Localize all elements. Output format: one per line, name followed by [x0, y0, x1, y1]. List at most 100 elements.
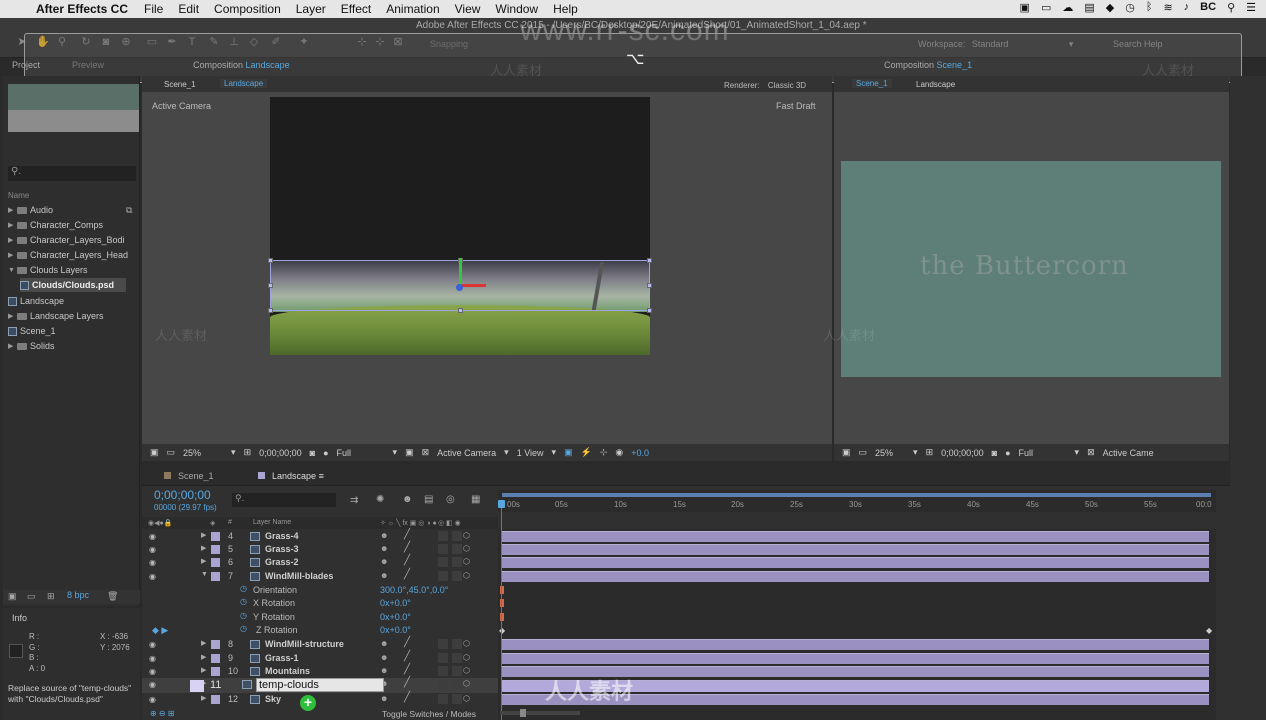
chevron-down-icon[interactable]: ▾ [913, 447, 918, 458]
layer-duration-bar[interactable] [502, 544, 1209, 555]
tab-timeline-landscape[interactable]: Landscape ≡ [258, 471, 324, 481]
project-item-audio[interactable]: ▶ Audio [8, 203, 138, 217]
property-value[interactable]: 300.0°,45.0°,0.0° [380, 585, 448, 595]
graph-editor-icon[interactable]: ▦ [471, 494, 480, 505]
3d-layer-icon[interactable]: ⬡ [463, 639, 470, 648]
snapshot-icon[interactable]: ◙ [310, 448, 315, 458]
project-item-character-layers-heads[interactable]: ▶ Character_Layers_Head [8, 248, 138, 262]
exposure-value[interactable]: +0.0 [631, 448, 649, 458]
always-preview-icon[interactable]: ▣ [150, 447, 159, 458]
layer-name[interactable]: Grass-2 [265, 557, 299, 567]
switches-header-icon[interactable]: ✧ ☼ ╲ fx ▣ ◎ ◑ ● [380, 519, 437, 527]
z-axis-gizmo[interactable] [456, 284, 463, 291]
menu-effect[interactable]: Effect [341, 2, 371, 16]
layer-row-grass-1[interactable]: ◉ ▶ 9 Grass-1 ☻ ╱ ⬡ [142, 651, 498, 665]
app-menu[interactable]: After Effects CC [36, 2, 128, 16]
transform-handle[interactable] [647, 308, 652, 313]
layer-row-windmill-structure[interactable]: ◉ ▶ 8 WindMill-structure ☻ ╱ ⬡ [142, 637, 498, 651]
toggle-pixel-aspect-icon[interactable]: ▣ [564, 447, 573, 458]
layer-duration-bar[interactable] [502, 571, 1209, 582]
quality-switch-icon[interactable]: ╱ [404, 664, 410, 675]
layer-duration-bar[interactable] [502, 531, 1209, 542]
layer-row-windmill-blades[interactable]: ◉ ▼ 7 WindMill-blades ☻ ╱ ⬡ [142, 569, 498, 583]
layer-duration-bar[interactable] [502, 557, 1209, 568]
switch-box[interactable] [438, 694, 448, 704]
stopwatch-active-icon[interactable]: ◷ [240, 624, 247, 633]
expand-triangle-icon[interactable]: ▶ [201, 557, 206, 565]
visibility-eye-icon[interactable]: ◉ [149, 680, 156, 689]
timeline-current-time[interactable]: 0;00;00;00 [154, 488, 211, 502]
new-folder-icon[interactable]: ▭ [27, 591, 36, 602]
tab-timeline-scene-1[interactable]: Scene_1 [164, 471, 214, 481]
expand-triangle-icon[interactable]: ▶ [8, 342, 14, 350]
project-item-character-layers-bodies[interactable]: ▶ Character_Layers_Bodi [8, 233, 138, 247]
transform-handle[interactable] [458, 308, 463, 313]
layer-name[interactable]: Mountains [265, 666, 310, 676]
switch-box[interactable] [438, 544, 448, 554]
roi-icon[interactable]: ▣ [405, 447, 414, 458]
transform-handle[interactable] [268, 283, 273, 288]
expand-triangle-icon[interactable]: ▶ [201, 544, 206, 552]
visibility-eye-icon[interactable]: ◉ [149, 545, 156, 554]
visibility-eye-icon[interactable]: ◉ [149, 654, 156, 663]
switch-box[interactable] [452, 544, 462, 554]
3d-layer-icon[interactable]: ⬡ [463, 666, 470, 675]
av-features-icon[interactable]: ◉◀●🔒 [148, 519, 172, 527]
tab-project[interactable]: Project [12, 60, 40, 70]
quality-switch-icon[interactable]: ╱ [404, 555, 410, 566]
layer-name[interactable]: Grass-1 [265, 653, 299, 663]
camera-view-dropdown[interactable]: Active Camera [437, 448, 496, 458]
layer-label-color[interactable] [211, 640, 220, 649]
switch-box[interactable] [438, 679, 448, 689]
transform-handle[interactable] [268, 308, 273, 313]
visibility-eye-icon[interactable]: ◉ [149, 667, 156, 676]
bit-depth-button[interactable]: 8 bpc [67, 590, 89, 600]
timeline-zoom-slider[interactable] [500, 709, 580, 717]
display-icon[interactable]: ▭ [167, 447, 176, 458]
menu-animation[interactable]: Animation [386, 2, 439, 16]
motion-blur-icon[interactable]: ◎ [446, 494, 455, 505]
info-panel-title[interactable]: Info [12, 613, 27, 623]
breadcrumb-scene[interactable]: Scene_1 [164, 80, 196, 89]
shy-layers-icon[interactable]: ☻ [402, 494, 413, 505]
menu-composition[interactable]: Composition [214, 2, 281, 16]
expand-triangle-icon[interactable]: ▶ [201, 666, 206, 674]
property-value[interactable]: 0x+0.0° [380, 598, 411, 608]
stopwatch-icon[interactable]: ◷ [240, 597, 247, 606]
zoom-dropdown[interactable]: 25% [183, 448, 223, 458]
collapse-triangle-icon[interactable]: ▼ [201, 571, 208, 578]
property-z-rotation[interactable]: ◆ ▶ ◷ Z Rotation 0x+0.0° [142, 624, 498, 637]
views-layout-dropdown[interactable]: 1 View [517, 448, 544, 458]
layer-name[interactable]: Grass-3 [265, 544, 299, 554]
breadcrumb-scene[interactable]: Scene_1 [852, 79, 892, 88]
switch-box[interactable] [452, 679, 462, 689]
visibility-eye-icon[interactable]: ◉ [149, 532, 156, 541]
shy-switch-icon[interactable]: ☻ [380, 666, 388, 675]
quality-switch-icon[interactable]: ╱ [404, 569, 410, 580]
resolution-dropdown[interactable]: Full [1019, 448, 1067, 458]
collapse-triangle-icon[interactable]: ▼ [8, 267, 15, 274]
layer-label-color[interactable] [211, 532, 220, 541]
quality-switch-icon[interactable]: ╱ [404, 542, 410, 553]
property-orientation[interactable]: ◷ Orientation 300.0°,45.0°,0.0° [142, 584, 498, 597]
switch-box[interactable] [452, 639, 462, 649]
snapshot-icon[interactable]: ◙ [992, 448, 997, 458]
transform-handle[interactable] [268, 258, 273, 263]
work-area-bar[interactable] [502, 493, 1211, 497]
transform-handle[interactable] [647, 283, 652, 288]
quality-switch-icon[interactable]: ╱ [404, 692, 410, 703]
current-time-indicator[interactable] [498, 500, 505, 508]
current-time-indicator-line[interactable] [501, 503, 502, 720]
grid-icon[interactable]: ⊞ [244, 447, 252, 458]
keyframe-diamond[interactable]: ◆ [499, 626, 505, 635]
keyframe-navigator-icon[interactable]: ◆ ▶ [152, 625, 168, 636]
clock-icon[interactable]: ◷ [1125, 1, 1135, 14]
shy-switch-icon[interactable]: ☻ [380, 544, 388, 553]
x-axis-gizmo[interactable] [461, 284, 486, 287]
3d-layer-icon[interactable]: ⬡ [463, 653, 470, 662]
tab-composition-left[interactable]: Composition Landscape [193, 60, 290, 70]
zoom-slider-thumb[interactable] [520, 709, 526, 717]
resolution-dropdown[interactable]: Full [337, 448, 385, 458]
3d-layer-icon[interactable]: ⬡ [463, 679, 470, 688]
keyframe-diamond[interactable]: ◆ [1206, 626, 1212, 635]
